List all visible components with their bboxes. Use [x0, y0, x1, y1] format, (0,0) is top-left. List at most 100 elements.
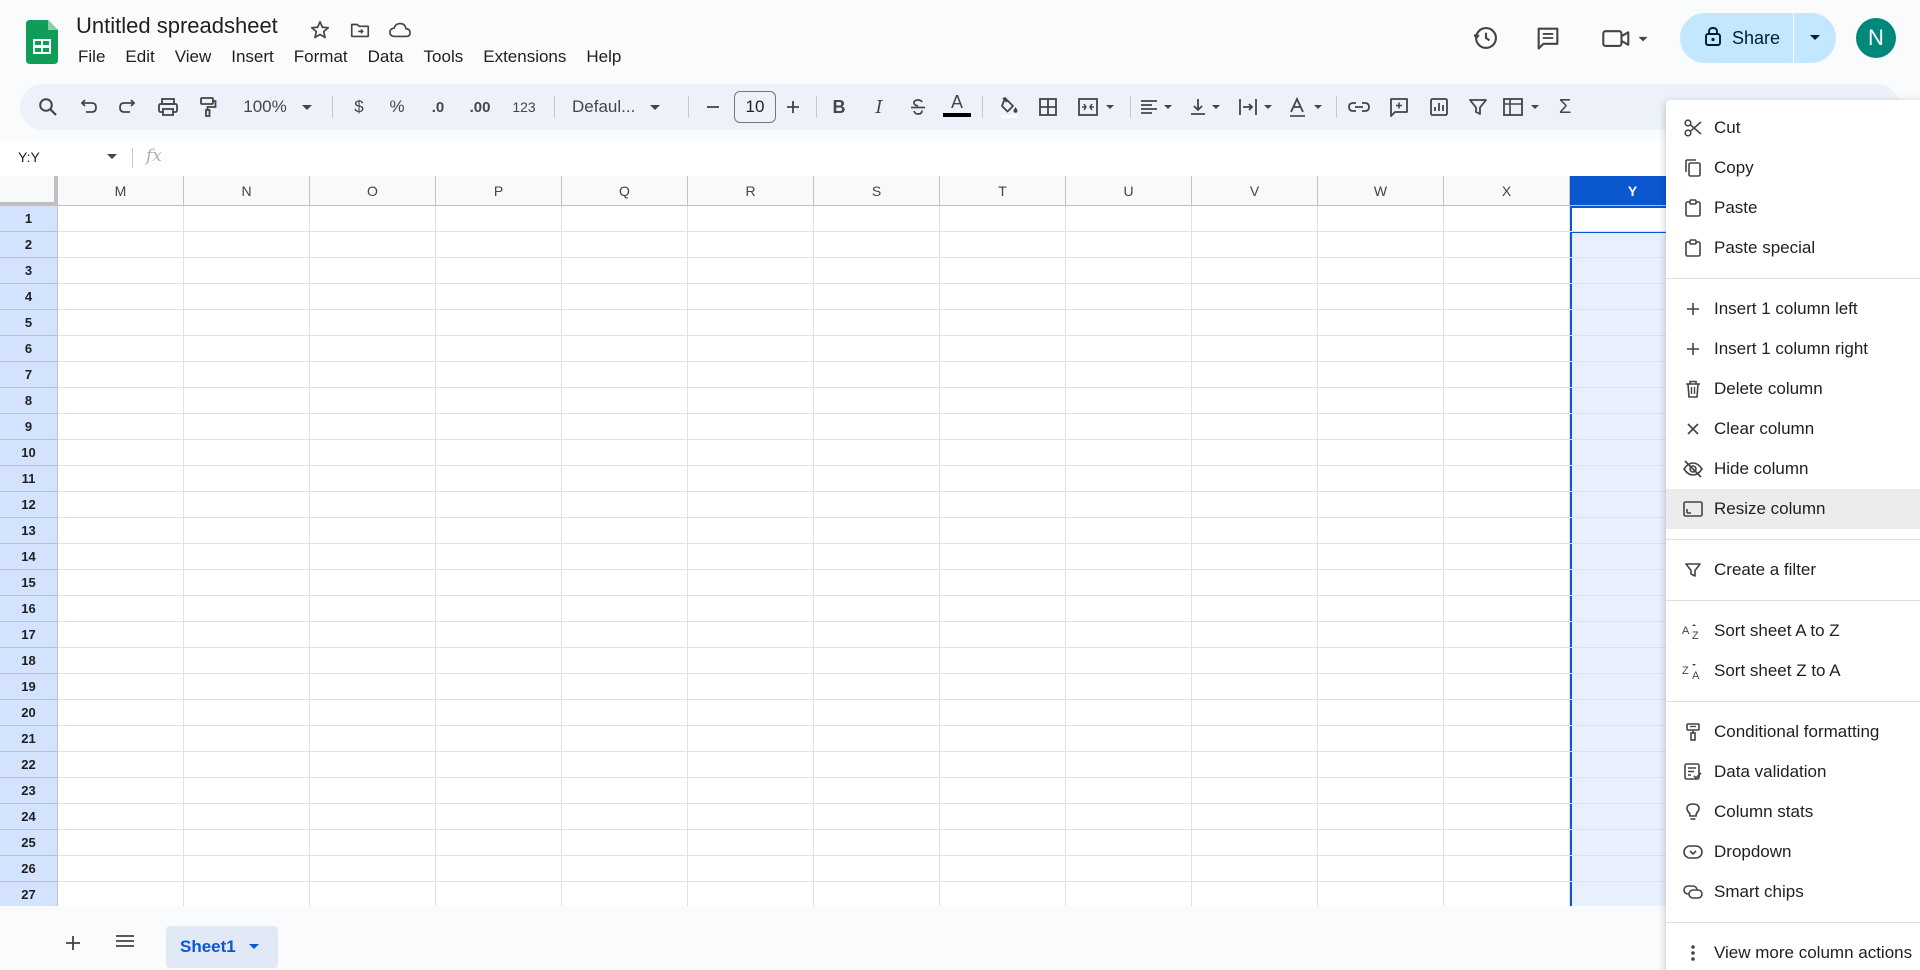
increase-decimal-button[interactable]: .00: [460, 91, 500, 123]
column-header-o[interactable]: O: [310, 176, 436, 206]
cloud-saved-icon[interactable]: [386, 16, 414, 44]
row-header-9[interactable]: 9: [0, 414, 58, 440]
all-sheets-menu-icon[interactable]: [114, 932, 136, 956]
avatar[interactable]: N: [1856, 18, 1896, 58]
row-header-17[interactable]: 17: [0, 622, 58, 648]
horizontal-align-icon[interactable]: [1138, 91, 1180, 123]
row-header-27[interactable]: 27: [0, 882, 58, 906]
column-header-r[interactable]: R: [688, 176, 814, 206]
insert-link-icon[interactable]: [1344, 91, 1374, 123]
percent-format-button[interactable]: %: [384, 91, 410, 123]
column-header-x[interactable]: X: [1444, 176, 1570, 206]
filter-icon[interactable]: [1464, 91, 1492, 123]
comments-icon[interactable]: [1530, 20, 1566, 56]
column-header-q[interactable]: Q: [562, 176, 688, 206]
row-header-18[interactable]: 18: [0, 648, 58, 674]
print-icon[interactable]: [154, 91, 182, 123]
menu-item-cut[interactable]: Cut: [1666, 108, 1920, 148]
row-header-23[interactable]: 23: [0, 778, 58, 804]
menu-item-resize-column[interactable]: Resize column: [1666, 489, 1920, 529]
move-folder-icon[interactable]: [346, 16, 374, 44]
menu-item-hide-column[interactable]: Hide column: [1666, 449, 1920, 489]
row-header-21[interactable]: 21: [0, 726, 58, 752]
menu-item-create-a-filter[interactable]: Create a filter: [1666, 550, 1920, 590]
insert-chart-icon[interactable]: [1424, 91, 1454, 123]
menu-item-conditional-formatting[interactable]: Conditional formatting: [1666, 712, 1920, 752]
menu-item-view-more-column-actions[interactable]: View more column actions: [1666, 933, 1920, 970]
menu-extensions[interactable]: Extensions: [473, 46, 576, 70]
functions-button[interactable]: Σ: [1552, 91, 1578, 123]
undo-icon[interactable]: [74, 91, 102, 123]
redo-icon[interactable]: [114, 91, 142, 123]
select-all-corner[interactable]: [0, 176, 58, 206]
share-dropdown-icon[interactable]: [1794, 13, 1836, 63]
column-header-t[interactable]: T: [940, 176, 1066, 206]
menu-view[interactable]: View: [165, 46, 222, 70]
vertical-align-icon[interactable]: [1188, 91, 1230, 123]
star-icon[interactable]: [306, 16, 334, 44]
chevron-down-icon[interactable]: [248, 938, 260, 956]
font-select[interactable]: Defaul...: [566, 91, 682, 123]
menu-item-copy[interactable]: Copy: [1666, 148, 1920, 188]
menu-item-column-stats[interactable]: Column stats: [1666, 792, 1920, 832]
decrease-font-size-icon[interactable]: [700, 91, 726, 123]
menu-item-clear-column[interactable]: Clear column: [1666, 409, 1920, 449]
merge-cells-icon[interactable]: [1074, 91, 1124, 123]
text-wrapping-icon[interactable]: [1236, 91, 1282, 123]
menu-item-data-validation[interactable]: Data validation: [1666, 752, 1920, 792]
row-header-6[interactable]: 6: [0, 336, 58, 362]
row-header-10[interactable]: 10: [0, 440, 58, 466]
menu-item-paste[interactable]: Paste: [1666, 188, 1920, 228]
menu-item-sort-sheet-z-to-a[interactable]: Z A Sort sheet Z to A: [1666, 651, 1920, 691]
row-header-4[interactable]: 4: [0, 284, 58, 310]
share-button[interactable]: Share: [1680, 13, 1836, 63]
menu-item-smart-chips[interactable]: Smart chips: [1666, 872, 1920, 912]
menu-insert[interactable]: Insert: [221, 46, 284, 70]
row-header-24[interactable]: 24: [0, 804, 58, 830]
column-header-w[interactable]: W: [1318, 176, 1444, 206]
menu-edit[interactable]: Edit: [115, 46, 164, 70]
strikethrough-icon[interactable]: [904, 91, 932, 123]
row-header-2[interactable]: 2: [0, 232, 58, 258]
menu-item-paste-special[interactable]: Paste special: [1666, 228, 1920, 268]
menu-help[interactable]: Help: [576, 46, 631, 70]
row-header-8[interactable]: 8: [0, 388, 58, 414]
column-header-m[interactable]: M: [58, 176, 184, 206]
zoom-select[interactable]: 100%: [240, 91, 316, 123]
menu-item-insert-1-column-right[interactable]: Insert 1 column right: [1666, 329, 1920, 369]
column-header-n[interactable]: N: [184, 176, 310, 206]
row-header-19[interactable]: 19: [0, 674, 58, 700]
borders-icon[interactable]: [1034, 91, 1062, 123]
paint-format-icon[interactable]: [194, 91, 222, 123]
row-header-22[interactable]: 22: [0, 752, 58, 778]
fill-color-icon[interactable]: [994, 91, 1024, 123]
meet-video-icon[interactable]: [1598, 20, 1654, 56]
menu-tools[interactable]: Tools: [414, 46, 474, 70]
column-header-p[interactable]: P: [436, 176, 562, 206]
share-main-button[interactable]: Share: [1680, 13, 1794, 63]
row-header-11[interactable]: 11: [0, 466, 58, 492]
menu-format[interactable]: Format: [284, 46, 358, 70]
column-header-u[interactable]: U: [1066, 176, 1192, 206]
text-rotation-icon[interactable]: [1286, 91, 1332, 123]
row-header-5[interactable]: 5: [0, 310, 58, 336]
name-box[interactable]: Y:Y: [18, 149, 40, 165]
row-header-26[interactable]: 26: [0, 856, 58, 882]
menu-item-dropdown[interactable]: Dropdown: [1666, 832, 1920, 872]
chevron-down-icon[interactable]: [106, 150, 118, 164]
currency-format-button[interactable]: $: [346, 91, 372, 123]
row-header-12[interactable]: 12: [0, 492, 58, 518]
add-sheet-icon[interactable]: [64, 932, 82, 958]
menu-item-delete-column[interactable]: Delete column: [1666, 369, 1920, 409]
row-header-15[interactable]: 15: [0, 570, 58, 596]
decrease-decimal-button[interactable]: .0: [420, 91, 456, 123]
column-header-v[interactable]: V: [1192, 176, 1318, 206]
increase-font-size-icon[interactable]: [780, 91, 806, 123]
column-header-s[interactable]: S: [814, 176, 940, 206]
row-header-14[interactable]: 14: [0, 544, 58, 570]
number-format-button[interactable]: 123: [506, 91, 542, 123]
row-header-25[interactable]: 25: [0, 830, 58, 856]
row-header-7[interactable]: 7: [0, 362, 58, 388]
text-color-button[interactable]: A: [940, 91, 974, 123]
sheets-logo-icon[interactable]: [26, 20, 58, 64]
